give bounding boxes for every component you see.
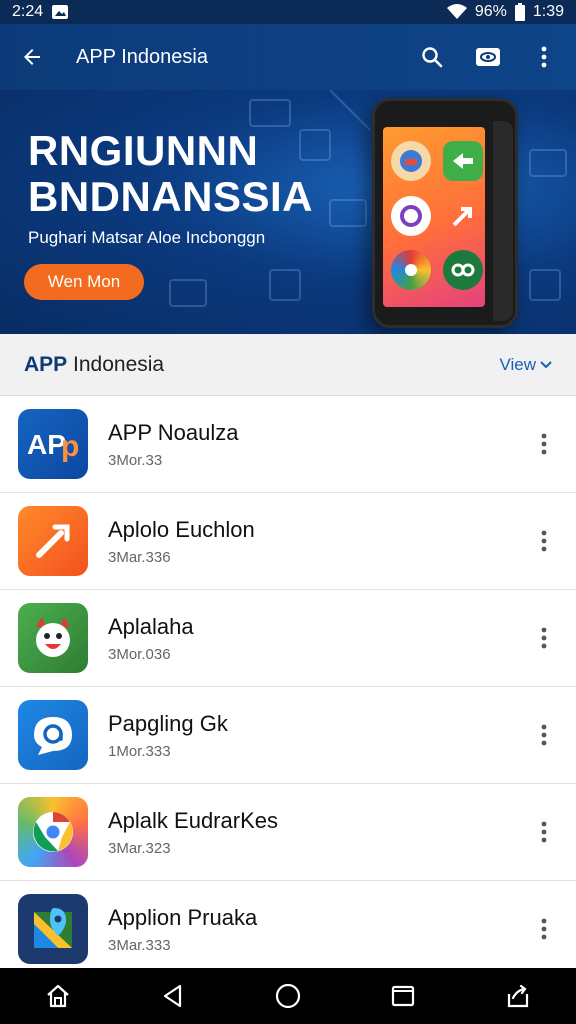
- app-subtitle: 3Mar.333: [108, 936, 171, 954]
- app-name: Applion Pruaka: [108, 904, 258, 930]
- chat-at-icon: [18, 700, 88, 770]
- signal-strength: 96%: [474, 3, 507, 20]
- chevron-down-icon: [540, 360, 552, 368]
- nav-back-button[interactable]: [149, 972, 197, 1020]
- navigation-bar: [0, 968, 576, 1024]
- app-bar-title: APP Indonesia: [76, 45, 208, 68]
- list-item[interactable]: Aplalaha 3Mor.036: [0, 590, 576, 687]
- phone-app-blue-icon: [391, 141, 431, 181]
- search-icon: [422, 47, 443, 68]
- arrow-back-icon: [24, 49, 40, 65]
- nav-share-button[interactable]: [494, 972, 542, 1020]
- more-vert-icon: [541, 530, 547, 552]
- image-notification-icon: [51, 4, 69, 20]
- section-header: APP Indonesia View: [0, 334, 576, 396]
- list-item[interactable]: Aplalk EudrarKes 3Mar.323: [0, 784, 576, 881]
- app-name: APP Noaulza: [108, 419, 239, 445]
- svg-text:p: p: [61, 430, 79, 463]
- status-time-left: 2:24: [12, 3, 44, 20]
- nav-home-button[interactable]: [34, 972, 82, 1020]
- view-label: View: [499, 354, 536, 374]
- app-name: Papgling Gk: [108, 710, 228, 736]
- list-item[interactable]: Papgling Gk 1Mor.333: [0, 687, 576, 784]
- item-more-button[interactable]: [530, 715, 558, 755]
- cast-button[interactable]: [472, 41, 504, 73]
- chrome-icon: [18, 797, 88, 867]
- app-subtitle: 3Mar.336: [108, 548, 171, 566]
- nav-recents-button[interactable]: [379, 972, 427, 1020]
- app-list: AP p APP Noaulza 3Mor.33 Aplolo Euchlon 3…: [0, 396, 576, 978]
- app-name: Aplalk EudrarKes: [108, 807, 278, 833]
- banner-title-line-2: BNDNANSSIA: [28, 173, 314, 220]
- rocket-icon: [18, 506, 88, 576]
- item-more-button[interactable]: [530, 521, 558, 561]
- app-logo-icon: AP p: [18, 409, 88, 479]
- banner-headline: RNGIUNNN BNDNANSSIA: [28, 128, 313, 220]
- more-vert-icon: [541, 627, 547, 649]
- section-title-bold: APP: [24, 352, 68, 376]
- app-subtitle: 3Mor.036: [108, 645, 171, 663]
- maps-icon: [18, 894, 88, 964]
- eye-box-icon: [476, 48, 500, 66]
- phone-app-purple-icon: [391, 195, 431, 236]
- back-button[interactable]: [16, 41, 48, 73]
- more-vert-icon: [541, 724, 547, 746]
- more-vert-icon: [541, 433, 547, 455]
- item-more-button[interactable]: [530, 618, 558, 658]
- app-subtitle: 1Mor.333: [108, 742, 171, 760]
- item-more-button[interactable]: [530, 424, 558, 464]
- app-subtitle: 3Mar.323: [108, 839, 171, 857]
- promo-banner[interactable]: RNGIUNNN BNDNANSSIA Pughari Matsar Aloe …: [0, 90, 576, 334]
- phone-app-arrow-icon: [443, 196, 483, 236]
- app-bar: APP Indonesia: [0, 24, 576, 90]
- app-name: Aplalaha: [108, 613, 194, 639]
- section-title: APP Indonesia: [24, 353, 164, 377]
- banner-cta-button[interactable]: Wen Mon: [24, 264, 144, 300]
- phone-app-dark-green-icon: [443, 250, 483, 291]
- nav-circle-button[interactable]: [264, 972, 312, 1020]
- more-vert-icon: [541, 821, 547, 843]
- home-icon: [46, 984, 69, 1008]
- list-item[interactable]: Aplolo Euchlon 3Mar.336: [0, 493, 576, 590]
- more-vert-icon: [541, 46, 547, 68]
- more-vert-icon: [541, 918, 547, 940]
- item-more-button[interactable]: [530, 812, 558, 852]
- app-name: Aplolo Euchlon: [108, 516, 255, 542]
- search-button[interactable]: [416, 41, 448, 73]
- status-time-right: 1:39: [532, 3, 564, 20]
- triangle-back-icon: [163, 984, 181, 1008]
- phone-app-color-wheel-icon: [391, 250, 431, 291]
- smiley-face-icon: [18, 603, 88, 673]
- wifi-icon: [446, 4, 467, 20]
- battery-icon: [514, 3, 525, 21]
- status-bar: 2:24 96% 1:39: [0, 0, 576, 24]
- overflow-menu-button[interactable]: [528, 41, 560, 73]
- app-subtitle: 3Mor.33: [108, 451, 163, 469]
- item-more-button[interactable]: [530, 909, 558, 949]
- section-title-rest: Indonesia: [67, 352, 165, 376]
- recents-square-icon: [392, 985, 415, 1007]
- banner-title-line-1: RNGIUNNN: [28, 127, 259, 174]
- phone-app-green-icon: [443, 141, 483, 181]
- circle-home-icon: [275, 983, 301, 1009]
- view-dropdown[interactable]: View: [499, 355, 552, 375]
- list-item[interactable]: AP p APP Noaulza 3Mor.33: [0, 396, 576, 493]
- phone-illustration: [372, 98, 518, 328]
- share-icon: [508, 984, 529, 1008]
- banner-subtitle: Pughari Matsar Aloe Incbonggn: [28, 228, 266, 247]
- list-item[interactable]: Applion Pruaka 3Mar.333: [0, 881, 576, 978]
